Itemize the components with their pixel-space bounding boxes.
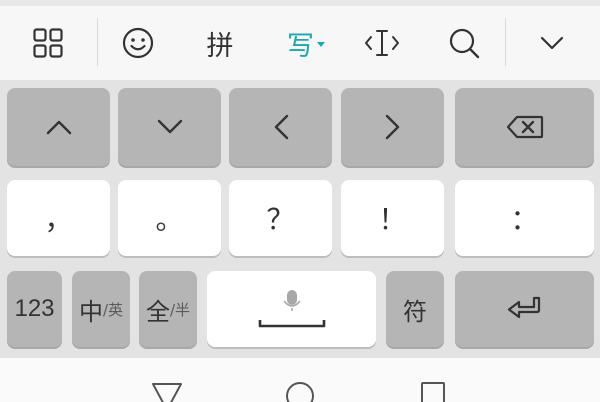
- comma-key[interactable]: ，: [7, 180, 110, 256]
- cursor-button[interactable]: [356, 6, 408, 80]
- handwrite-mode-button[interactable]: 写: [278, 6, 334, 80]
- width-main-label: 全: [145, 297, 170, 326]
- backspace-key[interactable]: [455, 88, 594, 166]
- question-key[interactable]: ？: [229, 180, 332, 256]
- collapse-icon: [540, 36, 564, 50]
- cursor-icon: [365, 30, 399, 56]
- enter-icon: [507, 296, 540, 319]
- fullwidth-switch-key[interactable]: 全/半: [139, 271, 197, 347]
- grid-icon: [33, 28, 63, 58]
- toolbar-divider: [505, 18, 506, 66]
- dropdown-caret-icon: [317, 41, 325, 47]
- lang-main-label: 中: [78, 297, 103, 326]
- key-label: ，: [44, 203, 73, 236]
- grid-button[interactable]: [22, 6, 74, 80]
- arrow-right-key[interactable]: [341, 88, 444, 166]
- arrow-up-icon: [46, 120, 71, 135]
- recents-icon[interactable]: [420, 380, 446, 402]
- backspace-icon: [506, 115, 543, 139]
- numbers-key[interactable]: 123: [7, 271, 62, 347]
- lang-sub-label: /英: [102, 300, 124, 319]
- enter-key[interactable]: [455, 271, 594, 347]
- search-button[interactable]: [438, 6, 490, 80]
- pinyin-mode-button[interactable]: 拼: [195, 6, 245, 80]
- key-label: ：: [510, 203, 539, 236]
- language-switch-key[interactable]: 中/英: [72, 271, 130, 347]
- arrow-up-key[interactable]: [7, 88, 110, 166]
- symbols-label: 符: [403, 297, 427, 326]
- microphone-space-icon: [258, 290, 325, 328]
- key-label: ？: [266, 203, 295, 236]
- back-icon[interactable]: [150, 380, 184, 402]
- colon-key[interactable]: ：: [455, 180, 594, 256]
- search-icon: [449, 28, 480, 59]
- exclamation-key[interactable]: ！: [341, 180, 444, 256]
- symbols-key[interactable]: 符: [386, 271, 444, 347]
- period-key[interactable]: 。: [118, 180, 221, 256]
- home-icon[interactable]: [284, 380, 316, 402]
- arrow-left-icon: [274, 114, 288, 140]
- arrow-down-icon: [157, 119, 182, 134]
- keyboard-toolbar: 拼 写: [0, 0, 600, 80]
- collapse-keyboard-button[interactable]: [526, 6, 578, 80]
- key-label: ！: [378, 203, 407, 236]
- arrow-down-key[interactable]: [118, 88, 221, 166]
- numbers-label: 123: [14, 295, 55, 322]
- emoji-icon: [122, 27, 154, 59]
- arrow-right-icon: [385, 114, 399, 140]
- width-sub-label: /半: [169, 300, 191, 319]
- handwrite-label: 写: [287, 30, 314, 62]
- keyboard-area: ， 。 ？ ！ ： 123 中/英 全/半 符: [0, 80, 600, 358]
- system-navigation-bar: [0, 358, 600, 402]
- arrow-left-key[interactable]: [229, 88, 332, 166]
- space-voice-key[interactable]: [207, 271, 376, 347]
- pinyin-label: 拼: [206, 30, 234, 62]
- toolbar-divider: [97, 18, 98, 66]
- emoji-button[interactable]: [112, 6, 164, 80]
- key-label: 。: [155, 203, 184, 236]
